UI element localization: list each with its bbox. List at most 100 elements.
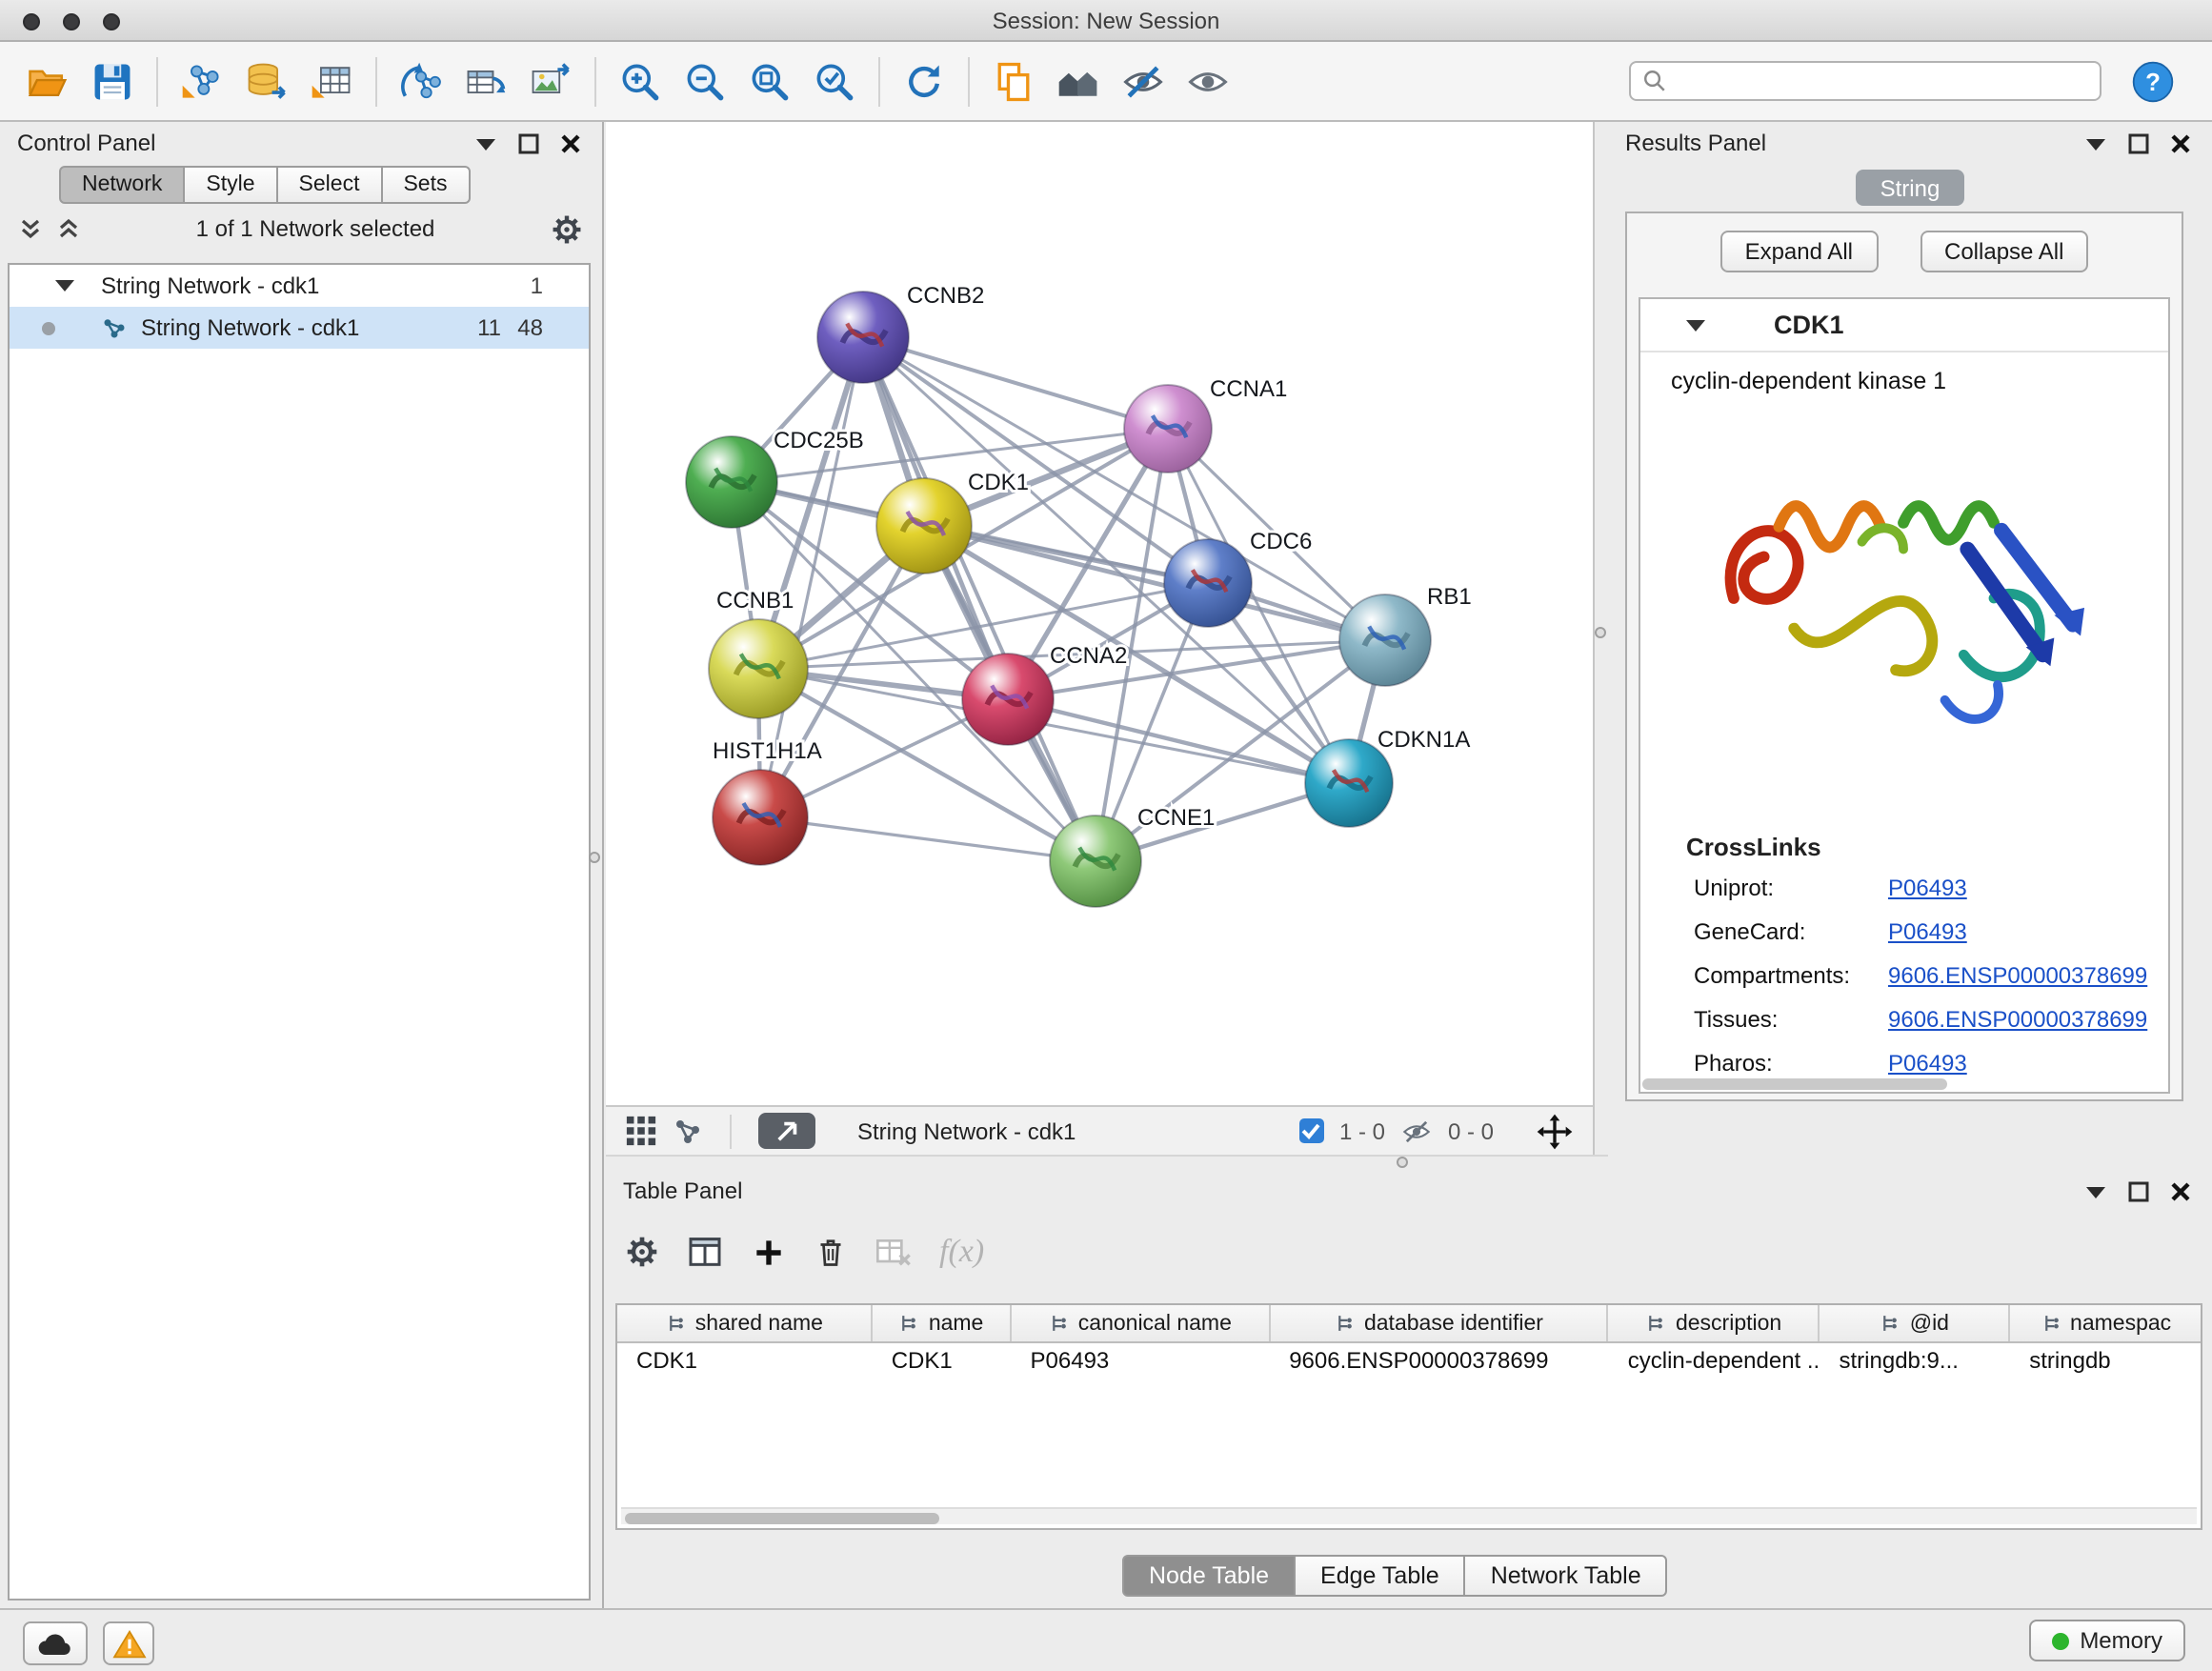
column-header-name[interactable]: name bbox=[873, 1305, 1012, 1341]
selected-checkbox[interactable] bbox=[1299, 1118, 1324, 1143]
network-edge[interactable] bbox=[863, 337, 1168, 429]
search-box[interactable] bbox=[1629, 61, 2101, 101]
home-networks-button[interactable] bbox=[1050, 52, 1107, 110]
network-node-RB1[interactable] bbox=[1339, 594, 1431, 686]
network-from-table-button[interactable] bbox=[457, 52, 514, 110]
network-options-gear-icon[interactable] bbox=[551, 212, 583, 245]
network-share-icon[interactable] bbox=[673, 1116, 703, 1146]
cloud-button[interactable] bbox=[23, 1621, 88, 1665]
table-panel-float-icon[interactable] bbox=[2122, 1176, 2153, 1206]
expand-all-button[interactable]: Expand All bbox=[1720, 231, 1878, 272]
network-node-CCNB2[interactable] bbox=[817, 292, 909, 383]
warnings-button[interactable] bbox=[103, 1621, 154, 1665]
grid-view-icon[interactable] bbox=[625, 1115, 657, 1147]
scrollbar-thumb[interactable] bbox=[625, 1512, 939, 1523]
save-session-button[interactable] bbox=[84, 52, 141, 110]
column-header-database-identifier[interactable]: database identifier bbox=[1270, 1305, 1609, 1341]
table-panel-menu-chevron-icon[interactable] bbox=[2081, 1176, 2111, 1206]
tab-edge-table[interactable]: Edge Table bbox=[1294, 1555, 1466, 1597]
tab-network[interactable]: Network bbox=[59, 166, 185, 204]
crosslink-uniprot-link[interactable]: P06493 bbox=[1888, 875, 1967, 901]
collapse-all-button[interactable]: Collapse All bbox=[1920, 231, 2088, 272]
network-edge[interactable] bbox=[758, 337, 863, 669]
network-node-CDK1[interactable] bbox=[876, 478, 972, 574]
show-columns-icon[interactable] bbox=[686, 1233, 724, 1271]
network-node-CCNA2[interactable] bbox=[962, 654, 1054, 745]
control-panel-menu-chevron-icon[interactable] bbox=[471, 128, 501, 158]
node-label: HIST1H1A bbox=[713, 738, 822, 764]
collapse-all-networks-icon[interactable] bbox=[19, 217, 42, 240]
add-column-icon[interactable] bbox=[751, 1234, 787, 1270]
results-panel-float-icon[interactable] bbox=[2122, 128, 2153, 158]
zoom-selected-button[interactable] bbox=[806, 52, 863, 110]
column-header-canonical-name[interactable]: canonical name bbox=[1012, 1305, 1271, 1341]
crosslink-pharos-link[interactable]: P06493 bbox=[1888, 1050, 1967, 1077]
network-edge[interactable] bbox=[863, 337, 1096, 861]
table-row[interactable]: CDK1 CDK1 P06493 9606.ENSP00000378699 cy… bbox=[617, 1343, 2201, 1378]
control-panel-close-icon[interactable] bbox=[554, 128, 585, 158]
network-node-CCNB1[interactable] bbox=[709, 619, 808, 718]
crosslink-tissues-link[interactable]: 9606.ENSP00000378699 bbox=[1888, 1006, 2147, 1033]
export-image-button[interactable] bbox=[522, 52, 579, 110]
apply-layout-button[interactable] bbox=[895, 52, 953, 110]
import-table-button[interactable] bbox=[303, 52, 360, 110]
network-node-HIST1H1A[interactable] bbox=[713, 770, 808, 865]
function-builder-label-disabled: f(x) bbox=[939, 1233, 984, 1271]
network-node-CCNE1[interactable] bbox=[1050, 815, 1141, 907]
table-panel-close-icon[interactable] bbox=[2164, 1176, 2195, 1206]
crosslink-compartments-link[interactable]: 9606.ENSP00000378699 bbox=[1888, 962, 2147, 989]
crosslink-label: Tissues: bbox=[1694, 1006, 1888, 1033]
gene-disclosure-icon[interactable] bbox=[1686, 319, 1705, 331]
pan-move-icon[interactable] bbox=[1536, 1112, 1574, 1150]
control-panel-float-icon[interactable] bbox=[513, 128, 543, 158]
crosslink-label: Pharos: bbox=[1694, 1050, 1888, 1077]
search-input[interactable] bbox=[1677, 68, 2088, 94]
network-edge[interactable] bbox=[760, 817, 1096, 861]
delete-column-trash-icon[interactable] bbox=[814, 1235, 848, 1269]
tab-node-table[interactable]: Node Table bbox=[1122, 1555, 1296, 1597]
results-horizontal-scrollbar[interactable] bbox=[1642, 1078, 1947, 1090]
copy-document-button[interactable] bbox=[985, 52, 1042, 110]
string-results-tab[interactable]: String bbox=[1856, 170, 1965, 206]
node-label: CCNB2 bbox=[907, 283, 984, 309]
tab-style[interactable]: Style bbox=[183, 166, 277, 204]
column-header-namespace[interactable]: namespac bbox=[2010, 1305, 2201, 1341]
table-panel-title: Table Panel bbox=[623, 1178, 742, 1204]
zoom-out-button[interactable] bbox=[676, 52, 734, 110]
cytoscape-window: Session: New Session bbox=[0, 0, 2212, 1671]
column-header-id[interactable]: @id bbox=[1820, 1305, 2010, 1341]
control-panel-splitter-grip[interactable] bbox=[589, 852, 600, 863]
network-collection-row[interactable]: String Network - cdk1 1 bbox=[10, 265, 589, 307]
column-header-shared-name[interactable]: shared name bbox=[617, 1305, 873, 1341]
hide-selected-button[interactable] bbox=[1115, 52, 1172, 110]
network-node-CDC6[interactable] bbox=[1164, 539, 1252, 627]
table-horizontal-scrollbar[interactable] bbox=[621, 1507, 2197, 1524]
network-node-CCNA1[interactable] bbox=[1124, 385, 1212, 473]
vertical-splitter[interactable] bbox=[1593, 122, 1608, 1170]
memory-button[interactable]: Memory bbox=[2028, 1620, 2185, 1661]
open-session-button[interactable] bbox=[19, 52, 76, 110]
zoom-fit-button[interactable] bbox=[741, 52, 798, 110]
network-row[interactable]: String Network - cdk1 11 48 bbox=[10, 307, 589, 349]
horizontal-splitter[interactable] bbox=[606, 1155, 1608, 1170]
results-panel-close-icon[interactable] bbox=[2164, 128, 2195, 158]
table-settings-gear-icon[interactable] bbox=[625, 1235, 659, 1269]
tab-select[interactable]: Select bbox=[276, 166, 383, 204]
new-network-button[interactable] bbox=[392, 52, 450, 110]
network-canvas[interactable]: CCNB2CCNA1CDC25BCDK1CDC6RB1CCNB1CCNA2CDK… bbox=[606, 122, 1593, 1105]
show-all-button[interactable] bbox=[1179, 52, 1237, 110]
import-network-from-database-button[interactable] bbox=[238, 52, 295, 110]
crosslink-genecard-link[interactable]: P06493 bbox=[1888, 918, 1967, 945]
column-type-icon bbox=[1334, 1313, 1355, 1334]
expand-all-networks-icon[interactable] bbox=[57, 217, 80, 240]
tab-sets[interactable]: Sets bbox=[380, 166, 470, 204]
collection-disclosure-icon[interactable] bbox=[55, 280, 74, 292]
help-button[interactable]: ? bbox=[2124, 52, 2182, 110]
network-node-CDC25B[interactable] bbox=[686, 436, 777, 528]
birdseye-view-button[interactable] bbox=[758, 1113, 815, 1149]
import-network-button[interactable] bbox=[173, 52, 231, 110]
tab-network-table[interactable]: Network Table bbox=[1464, 1555, 1668, 1597]
column-header-description[interactable]: description bbox=[1609, 1305, 1820, 1341]
zoom-in-button[interactable] bbox=[612, 52, 669, 110]
results-panel-menu-chevron-icon[interactable] bbox=[2081, 128, 2111, 158]
